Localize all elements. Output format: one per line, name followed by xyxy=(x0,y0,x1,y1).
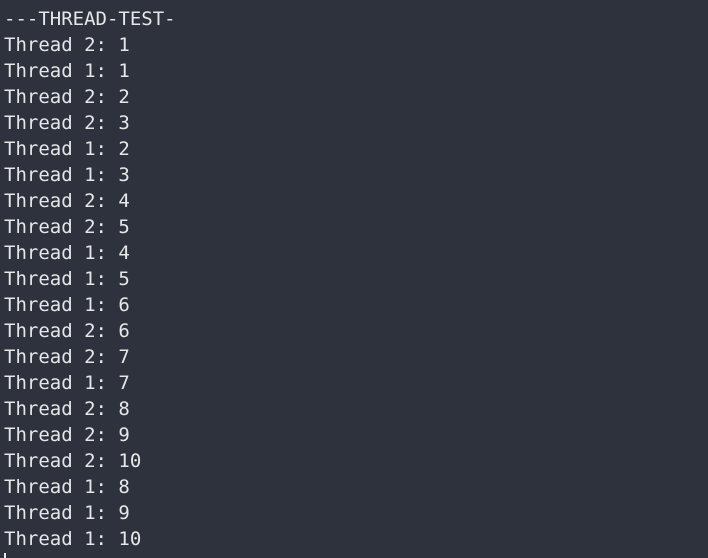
output-line: Thread 1: 7 xyxy=(4,372,130,394)
output-line: Thread 2: 1 xyxy=(4,34,130,56)
output-line: Thread 1: 1 xyxy=(4,60,130,82)
output-line: Thread 1: 2 xyxy=(4,138,130,160)
output-line: Thread 1: 9 xyxy=(4,502,130,524)
output-line: Thread 1: 6 xyxy=(4,294,130,316)
output-line: Thread 1: 8 xyxy=(4,476,130,498)
text-cursor xyxy=(4,553,6,558)
output-line: Thread 2: 2 xyxy=(4,86,130,108)
output-line: Thread 1: 10 xyxy=(4,528,142,550)
output-line: Thread 1: 4 xyxy=(4,242,130,264)
output-line: Thread 1: 5 xyxy=(4,268,130,290)
output-line: Thread 2: 10 xyxy=(4,450,142,472)
terminal-window[interactable]: ---THREAD-TEST- Thread 2: 1 Thread 1: 1 … xyxy=(0,0,708,558)
output-line: Thread 2: 3 xyxy=(4,112,130,134)
output-line: Thread 2: 9 xyxy=(4,424,130,446)
output-line: Thread 2: 4 xyxy=(4,190,130,212)
output-header: ---THREAD-TEST- xyxy=(4,8,176,30)
output-line: Thread 2: 8 xyxy=(4,398,130,420)
output-line: Thread 1: 3 xyxy=(4,164,130,186)
terminal-output: ---THREAD-TEST- Thread 2: 1 Thread 1: 1 … xyxy=(4,6,708,552)
output-line: Thread 2: 5 xyxy=(4,216,130,238)
output-line: Thread 2: 6 xyxy=(4,320,130,342)
output-line: Thread 2: 7 xyxy=(4,346,130,368)
